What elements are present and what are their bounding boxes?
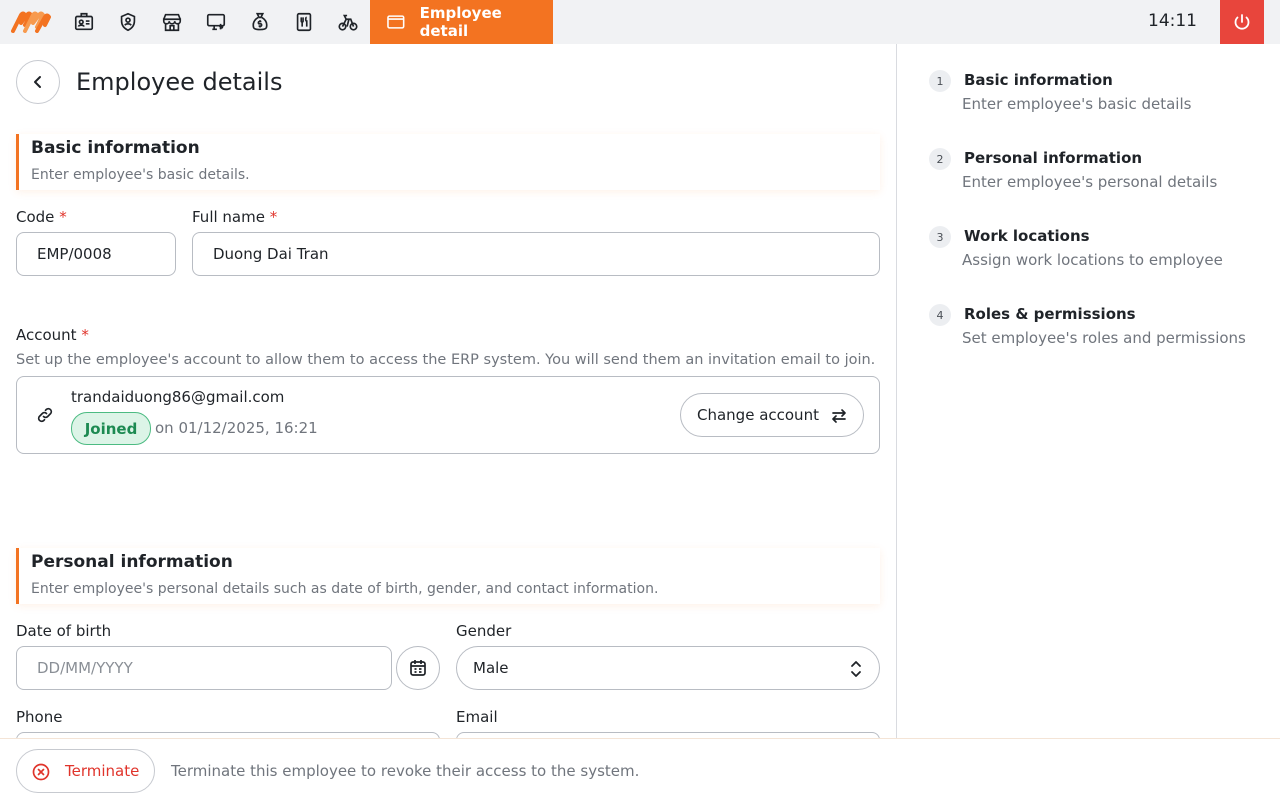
step-number: 1	[929, 70, 951, 92]
pos-terminal-icon[interactable]	[204, 10, 228, 34]
change-account-button[interactable]: Change account	[680, 393, 864, 437]
basic-info-section-header: Basic information Enter employee's basic…	[16, 134, 880, 190]
calendar-icon	[410, 660, 426, 676]
fullname-input[interactable]: Duong Dai Tran	[192, 232, 880, 276]
account-email: trandaiduong86@gmail.com	[71, 388, 285, 406]
dob-label: Date of birth	[16, 622, 112, 640]
section-stepper: 1 Basic information Enter employee's bas…	[897, 44, 1280, 800]
main-content: Employee details Basic information Enter…	[0, 44, 896, 800]
gender-label: Gender	[456, 622, 512, 640]
close-circle-icon	[32, 763, 50, 781]
email-label: Email	[456, 708, 498, 726]
code-label: Code *	[16, 208, 67, 226]
joined-timestamp: on 01/12/2025, 16:21	[155, 419, 318, 437]
link-icon	[37, 407, 53, 423]
change-account-label: Change account	[697, 406, 819, 424]
phone-label: Phone	[16, 708, 63, 726]
menu-icon[interactable]	[292, 10, 316, 34]
top-bar: Employee detail 14:11	[0, 0, 1280, 44]
code-input[interactable]: EMP/0008	[16, 232, 176, 276]
required-mark: *	[269, 208, 278, 226]
store-icon[interactable]	[160, 10, 184, 34]
terminate-button[interactable]: Terminate	[16, 749, 155, 793]
calendar-button[interactable]	[396, 646, 440, 690]
window-icon	[387, 15, 405, 29]
chevron-left-icon	[34, 76, 41, 88]
section-subtitle: Enter employee's basic details.	[31, 167, 250, 183]
step-title: Work locations	[964, 227, 1090, 245]
step-subtitle: Assign work locations to employee	[962, 251, 1223, 269]
step-number: 2	[929, 148, 951, 170]
page-title: Employee details	[76, 68, 283, 96]
status-badge: Joined	[71, 412, 151, 445]
back-button[interactable]	[16, 60, 60, 104]
required-mark: *	[81, 326, 89, 344]
step-title: Personal information	[964, 149, 1143, 167]
personal-info-section-header: Personal information Enter employee's pe…	[16, 548, 880, 604]
power-button[interactable]	[1220, 0, 1264, 44]
terminate-label: Terminate	[65, 762, 140, 780]
section-title: Personal information	[31, 552, 233, 572]
clock: 14:11	[1148, 11, 1197, 31]
step-number: 4	[929, 304, 951, 326]
step-subtitle: Enter employee's basic details	[962, 95, 1192, 113]
account-label: Account *	[16, 326, 89, 344]
step-number: 3	[929, 226, 951, 248]
step-title: Basic information	[964, 71, 1113, 89]
tab-employee-detail[interactable]: Employee detail	[370, 0, 553, 44]
dob-input[interactable]: DD/MM/YYYY	[16, 646, 392, 690]
account-help: Set up the employee's account to allow t…	[16, 352, 876, 368]
money-bag-icon[interactable]	[248, 10, 272, 34]
step-title: Roles & permissions	[964, 305, 1136, 323]
app-logo[interactable]	[11, 11, 51, 33]
cycle-icon[interactable]	[336, 10, 360, 34]
fullname-label: Full name *	[192, 208, 278, 226]
swap-arrows-icon	[832, 409, 846, 423]
step-subtitle: Set employee's roles and permissions	[962, 329, 1246, 347]
required-mark: *	[59, 208, 67, 226]
gender-value: Male	[473, 659, 509, 677]
power-icon	[1234, 14, 1250, 30]
terminate-description: Terminate this employee to revoke their …	[171, 762, 640, 780]
gender-select[interactable]: Male	[456, 646, 880, 690]
step-subtitle: Enter employee's personal details	[962, 173, 1218, 191]
tab-label: Employee detail	[419, 4, 502, 40]
section-title: Basic information	[31, 138, 200, 158]
chevron-updown-icon	[851, 661, 861, 677]
shield-icon[interactable]	[116, 10, 140, 34]
section-subtitle: Enter employee's personal details such a…	[31, 581, 659, 597]
account-card: trandaiduong86@gmail.com Joined on 01/12…	[16, 376, 880, 454]
footer-bar: Terminate Terminate this employee to rev…	[0, 738, 1280, 800]
employee-card-icon[interactable]	[72, 10, 96, 34]
